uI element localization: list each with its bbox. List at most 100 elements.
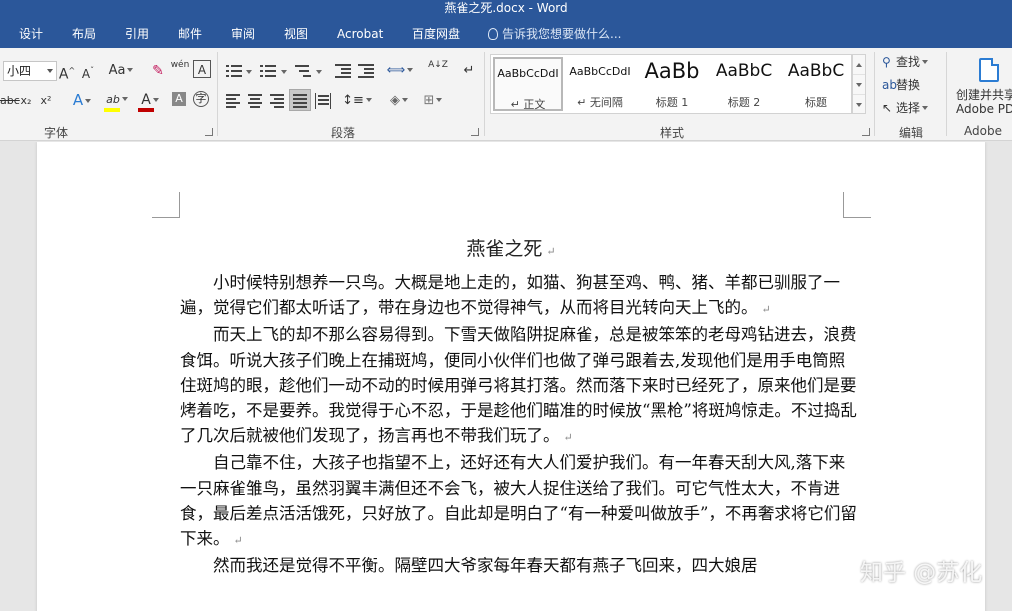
styles-dialog-launcher-icon[interactable] (862, 128, 870, 136)
align-left-button[interactable] (224, 90, 242, 112)
superscript-label: x² (40, 94, 52, 107)
text-line: 自己靠不住，大孩子也指望不上，还好还有大人们爱护我们。有一年春天刮 (213, 453, 758, 473)
align-right-icon (270, 94, 286, 108)
paragraph-dialog-launcher-icon[interactable] (471, 128, 479, 136)
superscript-button[interactable]: x² (38, 90, 54, 112)
replace-label: 替换 (896, 78, 921, 92)
font-dialog-launcher-icon[interactable] (205, 128, 213, 136)
show-marks-button[interactable]: ↵ (460, 60, 478, 82)
paragraph: 小时候特别想养一只鸟。大概是地上走的，如猫、狗甚至鸡、鸭、猪、羊都已驯服了一遍，… (180, 270, 860, 322)
gallery-scroll-up-button[interactable] (853, 55, 865, 75)
chevron-down-icon (436, 98, 443, 102)
increase-indent-button[interactable] (356, 60, 376, 82)
paragraph-mark: ↵ (761, 303, 771, 317)
decrease-indent-button[interactable] (333, 60, 353, 82)
paragraph-group-label: 段落 (331, 126, 356, 140)
tab-baidu-netdisk[interactable]: 百度网盘 (412, 20, 460, 48)
justify-button[interactable] (289, 89, 311, 111)
align-right-button[interactable] (268, 90, 286, 112)
editing-group-label: 编辑 (899, 126, 924, 140)
numbering-button[interactable] (257, 60, 287, 82)
create-share-pdf-button[interactable]: 创建并共享Adobe PDF (950, 54, 1012, 120)
multilevel-list-icon (295, 64, 311, 78)
style-preview: AaBb (644, 59, 700, 83)
shrink-font-button[interactable]: Aˇ (80, 60, 96, 82)
font-size-dropdown[interactable]: 小四 (3, 61, 57, 81)
tell-me-box[interactable]: 告诉我您想要做什么... (488, 20, 621, 48)
style-heading-1[interactable]: AaBb 标题 1 (637, 57, 707, 111)
document-title-text: 燕雀之死 (466, 238, 543, 260)
watermark: 知乎 @苏化 (860, 560, 983, 586)
styles-group-label: 样式 (660, 126, 685, 140)
document-title[interactable]: 燕雀之死 ↵ (37, 234, 985, 261)
select-button[interactable]: ↖ 选择 (882, 98, 929, 118)
style-preview: AaBbC (715, 61, 773, 81)
document-body[interactable]: 小时候特别想养一只鸟。大概是地上走的，如猫、狗甚至鸡、鸭、猪、羊都已驯服了一遍，… (180, 270, 860, 578)
clear-format-button[interactable]: ✎ (150, 60, 166, 82)
search-icon: ⚲ (882, 55, 891, 69)
tab-references[interactable]: 引用 (125, 20, 149, 48)
replace-button[interactable]: ab替换 (882, 75, 920, 95)
chevron-down-icon (365, 98, 372, 102)
select-label: 选择 (896, 101, 921, 115)
paragraph-mark: ↵ (546, 245, 556, 258)
document-area: 燕雀之死 ↵ 小时候特别想养一只鸟。大概是地上走的，如猫、狗甚至鸡、鸭、猪、羊都已… (0, 142, 1012, 611)
tab-acrobat[interactable]: Acrobat (337, 20, 383, 48)
font-color-bar (138, 108, 154, 112)
text-effects-label: A (72, 91, 84, 109)
sort-button[interactable]: A↓Z (427, 60, 449, 82)
char-border-button[interactable]: A (193, 60, 211, 78)
chinese-layout-button[interactable]: ⟺ (386, 60, 414, 82)
ribbon: 小四 A^ Aˇ Aa ✎ wén A abc x₂ x² A ab A A 字… (0, 48, 1012, 141)
tab-layout[interactable]: 布局 (72, 20, 96, 48)
distributed-button[interactable] (313, 90, 331, 112)
text-line: 而天上飞的却不那么容易得到。下雪天做陷阱捉麻雀，总是被笨笨的老母鸡 (213, 325, 758, 345)
style-name: ↵ 正文 (510, 98, 546, 111)
style-no-spacing[interactable]: AaBbCcDdI ↵ 无间隔 (565, 57, 635, 111)
paragraph: 而天上飞的却不那么容易得到。下雪天做陷阱捉麻雀，总是被笨笨的老母鸡钻进去，浪费食… (180, 322, 860, 450)
find-button[interactable]: ⚲ 查找 (882, 52, 929, 72)
tab-review[interactable]: 审阅 (231, 20, 255, 48)
char-shading-button[interactable]: A (172, 92, 186, 106)
style-title[interactable]: AaBbC 标题 (781, 57, 851, 111)
highlight-color-bar (104, 108, 120, 112)
tab-design[interactable]: 设计 (19, 20, 43, 48)
phonetic-guide-label: wén (170, 60, 190, 70)
bullets-button[interactable] (224, 60, 252, 82)
borders-button[interactable]: ⊞ (418, 90, 448, 112)
phonetic-guide-button[interactable]: wén (170, 60, 190, 82)
text-line: 小时候特别想养一只鸟。大概是地上走的，如猫、狗甚至鸡、鸭、猪、羊都 (213, 273, 758, 292)
chevron-down-icon (316, 70, 322, 74)
enclose-char-button[interactable]: 字 (193, 91, 209, 107)
line-spacing-button[interactable]: ↕≡ (342, 90, 372, 112)
strikethrough-label: abc (0, 94, 20, 107)
tab-mailings[interactable]: 邮件 (178, 20, 202, 48)
replace-icon: ab (882, 78, 897, 92)
chevron-down-icon (281, 70, 287, 74)
text-effects-button[interactable]: A (68, 89, 96, 111)
font-group-label: 字体 (44, 126, 69, 140)
strikethrough-button[interactable]: abc (0, 90, 20, 112)
chevron-down-icon (407, 68, 414, 72)
gallery-more-button[interactable] (853, 95, 865, 115)
chevron-down-icon (402, 98, 408, 102)
document-page[interactable]: 燕雀之死 ↵ 小时候特别想养一只鸟。大概是地上走的，如猫、狗甚至鸡、鸭、猪、羊都已… (37, 142, 985, 611)
numbered-list-icon (260, 64, 276, 78)
tab-view[interactable]: 视图 (284, 20, 308, 48)
style-heading-2[interactable]: AaBbC 标题 2 (709, 57, 779, 111)
style-normal[interactable]: AaBbCcDdI ↵ 正文 (493, 57, 563, 111)
subscript-button[interactable]: x₂ (18, 90, 34, 112)
chevron-down-icon (922, 106, 929, 110)
style-name: 标题 2 (727, 96, 761, 109)
decrease-indent-icon (335, 64, 351, 78)
gallery-scroll-down-button[interactable] (853, 75, 865, 95)
change-case-button[interactable]: Aa (106, 60, 136, 82)
align-center-button[interactable] (246, 90, 264, 112)
margin-corner-mark (843, 192, 871, 218)
font-color-label: A (141, 92, 151, 108)
distributed-icon (315, 93, 331, 109)
shading-button[interactable]: ◈ (384, 90, 414, 112)
chevron-down-icon (127, 68, 134, 72)
multilevel-list-button[interactable] (292, 60, 322, 82)
grow-font-button[interactable]: A^ (58, 60, 76, 83)
